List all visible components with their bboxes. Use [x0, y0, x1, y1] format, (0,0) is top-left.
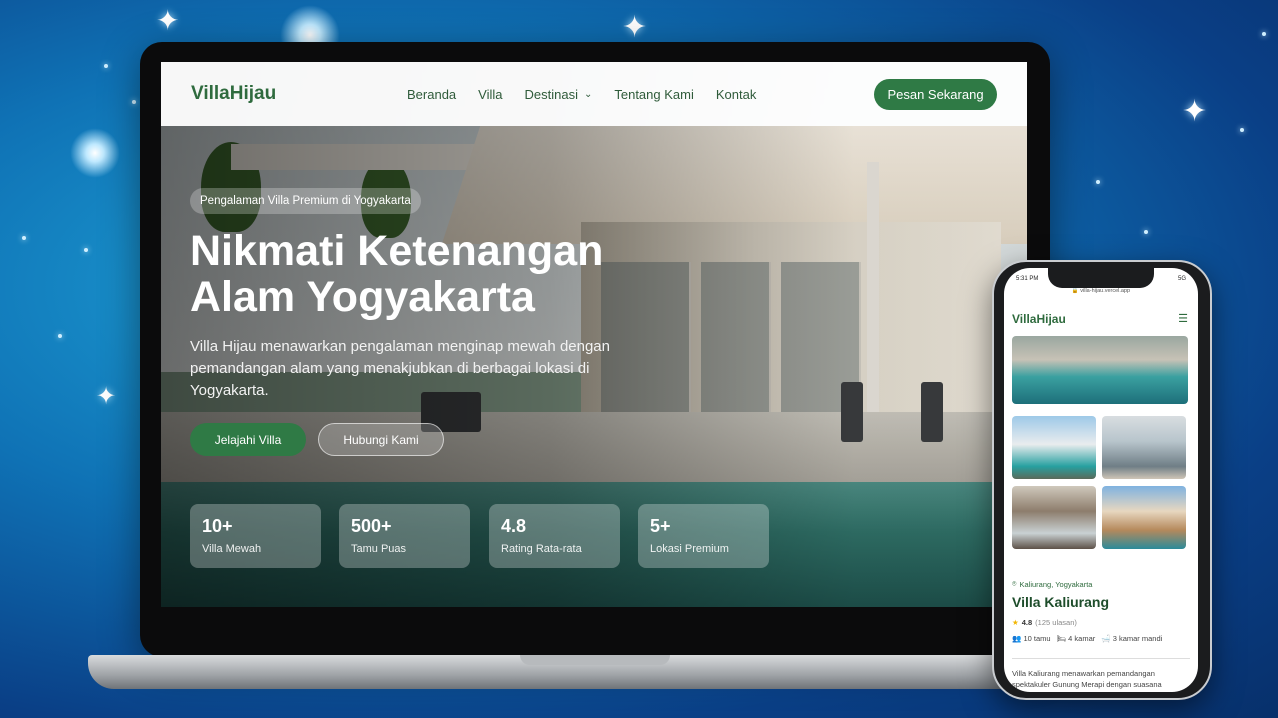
stat-value: 500+	[351, 516, 392, 536]
nav-item-kontak[interactable]: Kontak	[716, 87, 756, 102]
brand-logo[interactable]: VillaHijau	[191, 83, 276, 105]
nav-item-beranda[interactable]: Beranda	[407, 87, 456, 102]
villa-thumbnail[interactable]	[1102, 416, 1186, 479]
glow-star	[70, 128, 120, 178]
contact-us-button[interactable]: Hubungi Kami	[318, 423, 444, 456]
stat-card: 4.8 Rating Rata-rata	[489, 504, 620, 568]
nav-item-tentang-kami[interactable]: Tentang Kami	[614, 87, 694, 102]
nav-links: Beranda Villa Destinasi ⌄ Tentang Kami K…	[407, 87, 778, 102]
star-dot	[58, 334, 62, 338]
star-dot	[1096, 180, 1100, 184]
stat-label: Lokasi Premium	[650, 543, 729, 555]
star-dot	[132, 100, 136, 104]
sparkle-icon: ✦	[622, 11, 648, 44]
address-bar[interactable]: 🔒 villa-hijau.vercel.app	[1004, 288, 1198, 294]
nav-item-destinasi[interactable]: Destinasi ⌄	[525, 87, 593, 102]
location-text: Kaliurang, Yogyakarta	[1019, 579, 1093, 589]
laptop-trackpad-notch	[520, 655, 670, 665]
nav-item-villa[interactable]: Villa	[478, 87, 502, 102]
villa-thumbnail[interactable]	[1012, 416, 1096, 479]
rating-value: 4.8	[1021, 618, 1033, 627]
hero-description: Villa Hijau menawarkan pengalaman mengin…	[190, 338, 610, 399]
status-time: 5:31 PM	[1016, 276, 1039, 282]
stat-card: 500+ Tamu Puas	[339, 504, 470, 568]
hero-title-line: Nikmati Ketenangan	[190, 227, 604, 275]
star-dot	[1262, 32, 1266, 36]
nav-item-label: Destinasi	[524, 86, 578, 102]
feature-guests: 👥 10 tamu	[1012, 634, 1051, 643]
explore-villa-button[interactable]: Jelajahi Villa	[190, 423, 306, 456]
stat-value: 10+	[202, 516, 233, 536]
star-dot	[22, 236, 26, 240]
villa-location: ⌾ Kaliurang, Yogyakarta	[1012, 579, 1092, 589]
address-url: villa-hijau.vercel.app	[1080, 288, 1131, 294]
star-dot	[1240, 128, 1244, 132]
laptop-screen: VillaHijau Beranda Villa Destinasi ⌄ Ten…	[161, 62, 1027, 607]
hero-title-line: Alam Yogyakarta	[190, 273, 535, 321]
villa-features: 👥 10 tamu 🛏 4 kamar 🛁 3 kamar mandi	[1012, 634, 1162, 643]
sparkle-icon: ✦	[1182, 95, 1208, 128]
villa-thumbnail[interactable]	[1012, 486, 1096, 549]
star-dot	[84, 248, 88, 252]
villa-main-image[interactable]	[1012, 336, 1188, 404]
sparkle-icon: ✦	[156, 5, 180, 36]
users-icon: 👥	[1012, 634, 1022, 643]
bath-icon: 🛁	[1101, 634, 1111, 643]
villa-title: Villa Kaliurang	[1012, 594, 1109, 610]
chevron-down-icon: ⌄	[583, 88, 593, 100]
star-icon: ★	[1012, 618, 1019, 627]
villa-description: Villa Kaliurang menawarkan pemandangan s…	[1012, 669, 1162, 689]
stat-label: Rating Rata-rata	[501, 543, 582, 555]
stat-card: 10+ Villa Mewah	[190, 504, 321, 568]
stat-value: 5+	[650, 516, 671, 536]
phone-notch	[1048, 268, 1154, 288]
lock-icon: 🔒	[1071, 288, 1079, 294]
villa-rating: ★ 4.8 (125 ulasan)	[1012, 618, 1077, 627]
bed-icon: 🛏	[1056, 634, 1067, 643]
map-pin-icon: ⌾	[1012, 579, 1017, 588]
phone-screen: 5:31 PM 5G 🔒 villa-hijau.vercel.app Vill…	[1004, 268, 1198, 692]
book-now-button[interactable]: Pesan Sekarang	[874, 79, 997, 110]
stat-label: Tamu Puas	[351, 543, 407, 555]
review-count: (125 ulasan)	[1035, 618, 1077, 627]
feature-bedrooms: 🛏 4 kamar	[1056, 634, 1096, 643]
hero-badge: Pengalaman Villa Premium di Yogyakarta	[190, 188, 421, 214]
stat-card: 5+ Lokasi Premium	[638, 504, 769, 568]
feature-bathrooms: 🛁 3 kamar mandi	[1101, 634, 1163, 643]
stat-label: Villa Mewah	[202, 543, 262, 555]
star-dot	[1144, 230, 1148, 234]
star-dot	[104, 64, 108, 68]
villa-thumbnail[interactable]	[1102, 486, 1186, 549]
sparkle-icon: ✦	[96, 383, 117, 410]
divider	[1012, 658, 1190, 659]
mobile-brand-logo[interactable]: VillaHijau	[1012, 312, 1066, 326]
status-network: 5G	[1177, 276, 1186, 282]
stat-value: 4.8	[501, 516, 527, 536]
hero-title: Nikmati Ketenangan Alam Yogyakarta	[190, 228, 750, 320]
hamburger-menu-icon[interactable]: ☰	[1178, 312, 1188, 325]
top-navigation: VillaHijau Beranda Villa Destinasi ⌄ Ten…	[161, 62, 1027, 126]
